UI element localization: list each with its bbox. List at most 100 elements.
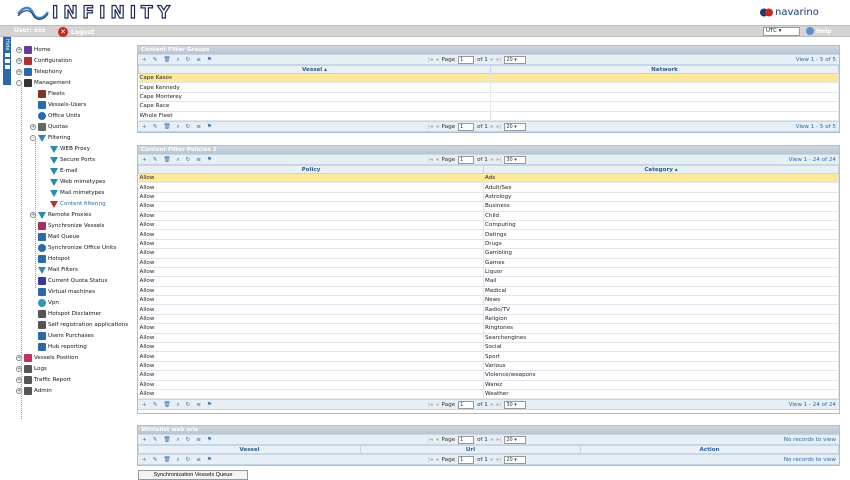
next-page-icon[interactable]: ▸ bbox=[491, 457, 494, 463]
table-row[interactable]: Allow Warez bbox=[138, 380, 839, 391]
search-icon[interactable]: ⌕ bbox=[176, 157, 179, 164]
delete-icon[interactable]: 🗑 bbox=[163, 437, 170, 444]
tree-item[interactable]: Mail Queue bbox=[30, 232, 80, 242]
timezone-select[interactable]: UTC ▾ bbox=[763, 27, 800, 36]
page-input[interactable]: 1 bbox=[458, 156, 475, 164]
edit-icon[interactable]: ✎ bbox=[153, 402, 158, 409]
delete-icon[interactable]: 🗑 bbox=[163, 124, 170, 131]
table-row[interactable]: Whole Fleet bbox=[138, 111, 839, 121]
tree-item[interactable]: - Management bbox=[16, 78, 71, 88]
expand-icon[interactable]: + bbox=[30, 124, 36, 130]
flag-icon[interactable]: ⚑ bbox=[207, 457, 212, 464]
page-input[interactable]: 1 bbox=[458, 56, 475, 64]
tree-item[interactable]: Self registration applications bbox=[30, 320, 128, 330]
prev-page-icon[interactable]: ◂ bbox=[436, 457, 439, 463]
tree-item[interactable]: Synchronize Vessels bbox=[30, 221, 104, 231]
last-page-icon[interactable]: ▸| bbox=[497, 157, 502, 163]
last-page-icon[interactable]: ▸| bbox=[497, 124, 502, 130]
prev-page-icon[interactable]: ◂ bbox=[436, 157, 439, 163]
table-row[interactable]: Cape Monterey bbox=[138, 92, 839, 103]
logout-button[interactable]: ✕ Logout bbox=[58, 27, 95, 37]
delete-icon[interactable]: 🗑 bbox=[163, 157, 170, 164]
col-policy[interactable]: Policy bbox=[138, 165, 484, 174]
col-url[interactable]: Url bbox=[360, 445, 581, 454]
tree-item[interactable]: + Vessels Position bbox=[16, 353, 78, 363]
tree-item[interactable]: WEB Proxy bbox=[42, 144, 90, 154]
table-row[interactable]: Cape Kennedy bbox=[138, 82, 839, 93]
tree-item[interactable]: + Quotas bbox=[30, 122, 68, 132]
tree-item[interactable]: + Remote Proxies bbox=[30, 210, 91, 220]
prev-page-icon[interactable]: ◂ bbox=[436, 124, 439, 130]
hide-sidebar-toggle[interactable]: Hide bbox=[3, 37, 11, 85]
columns-icon[interactable]: ≡ bbox=[196, 457, 201, 464]
first-page-icon[interactable]: |◂ bbox=[428, 57, 433, 63]
tree-item[interactable]: Virtual machines bbox=[30, 287, 95, 297]
add-icon[interactable]: + bbox=[142, 124, 147, 131]
prev-page-icon[interactable]: ◂ bbox=[436, 437, 439, 443]
rows-per-page-select[interactable]: 20 ▾ bbox=[504, 456, 527, 464]
table-row[interactable]: Allow Computing bbox=[138, 220, 839, 231]
table-row[interactable]: Allow Business bbox=[138, 201, 839, 212]
first-page-icon[interactable]: |◂ bbox=[428, 437, 433, 443]
page-input[interactable]: 1 bbox=[458, 456, 475, 464]
table-row[interactable]: Allow Adult/Sex bbox=[138, 182, 839, 193]
sync-vessels-queue-button[interactable]: Synchronization Vessels Queue bbox=[138, 470, 248, 480]
table-row[interactable]: Allow Astrology bbox=[138, 192, 839, 203]
flag-icon[interactable]: ⚑ bbox=[207, 437, 212, 444]
search-icon[interactable]: ⌕ bbox=[176, 457, 179, 464]
columns-icon[interactable]: ≡ bbox=[196, 157, 201, 164]
refresh-icon[interactable]: ↻ bbox=[186, 402, 191, 409]
last-page-icon[interactable]: ▸| bbox=[497, 437, 502, 443]
table-row[interactable]: Allow Mail bbox=[138, 276, 839, 287]
table-row[interactable]: Allow Social bbox=[138, 342, 839, 353]
next-page-icon[interactable]: ▸ bbox=[491, 124, 494, 130]
tree-item[interactable]: Synchronize Office Units bbox=[30, 243, 116, 253]
add-icon[interactable]: + bbox=[142, 157, 147, 164]
flag-icon[interactable]: ⚑ bbox=[207, 402, 212, 409]
flag-icon[interactable]: ⚑ bbox=[207, 157, 212, 164]
table-row[interactable]: Allow Various bbox=[138, 361, 839, 372]
col-vessel[interactable]: Vessel ▴ bbox=[138, 65, 491, 74]
tree-item[interactable]: Content filtering bbox=[42, 199, 106, 209]
columns-icon[interactable]: ≡ bbox=[196, 437, 201, 444]
rows-per-page-select[interactable]: 20 ▾ bbox=[504, 122, 527, 131]
table-row[interactable]: Cape Kasos bbox=[138, 73, 839, 84]
col-action[interactable]: Action bbox=[580, 445, 839, 454]
table-row[interactable]: Allow News bbox=[138, 295, 839, 306]
page-input[interactable]: 1 bbox=[458, 122, 475, 131]
table-row[interactable]: Allow Religion bbox=[138, 314, 839, 325]
col-vessel[interactable]: Vessel bbox=[138, 445, 361, 454]
last-page-icon[interactable]: ▸| bbox=[497, 402, 502, 408]
tree-item[interactable]: + Home bbox=[16, 45, 51, 55]
tree-item[interactable]: Current Quota Status bbox=[30, 276, 107, 286]
tree-item[interactable]: Office Units bbox=[30, 111, 80, 121]
add-icon[interactable]: + bbox=[142, 457, 147, 464]
refresh-icon[interactable]: ↻ bbox=[186, 57, 191, 64]
tree-item[interactable]: Secure Ports bbox=[42, 155, 95, 165]
expand-icon[interactable]: + bbox=[16, 47, 22, 53]
refresh-icon[interactable]: ↻ bbox=[186, 124, 191, 131]
add-icon[interactable]: + bbox=[142, 437, 147, 444]
tree-item[interactable]: Hotspot Disclaimer bbox=[30, 309, 101, 319]
table-row[interactable]: Allow Radio/TV bbox=[138, 304, 839, 315]
search-icon[interactable]: ⌕ bbox=[176, 57, 179, 64]
refresh-icon[interactable]: ↻ bbox=[186, 457, 191, 464]
edit-icon[interactable]: ✎ bbox=[153, 437, 158, 444]
columns-icon[interactable]: ≡ bbox=[196, 402, 201, 409]
prev-page-icon[interactable]: ◂ bbox=[436, 402, 439, 408]
search-icon[interactable]: ⌕ bbox=[176, 124, 179, 131]
tree-item[interactable]: Mail mimetypes bbox=[42, 188, 104, 198]
table-row[interactable]: Allow Liquor bbox=[138, 267, 839, 278]
add-icon[interactable]: + bbox=[142, 57, 147, 64]
search-icon[interactable]: ⌕ bbox=[176, 402, 179, 409]
table-row[interactable]: Allow Datings bbox=[138, 229, 839, 240]
col-category[interactable]: Category ▴ bbox=[483, 165, 839, 174]
last-page-icon[interactable]: ▸| bbox=[497, 57, 502, 63]
table-row[interactable]: Allow Ads bbox=[138, 173, 839, 184]
table-row[interactable]: Cape Race bbox=[138, 101, 839, 112]
tree-item[interactable]: Fleets bbox=[30, 89, 65, 99]
flag-icon[interactable]: ⚑ bbox=[207, 124, 212, 131]
expand-icon[interactable]: + bbox=[16, 69, 22, 75]
edit-icon[interactable]: ✎ bbox=[153, 157, 158, 164]
next-page-icon[interactable]: ▸ bbox=[491, 57, 494, 63]
